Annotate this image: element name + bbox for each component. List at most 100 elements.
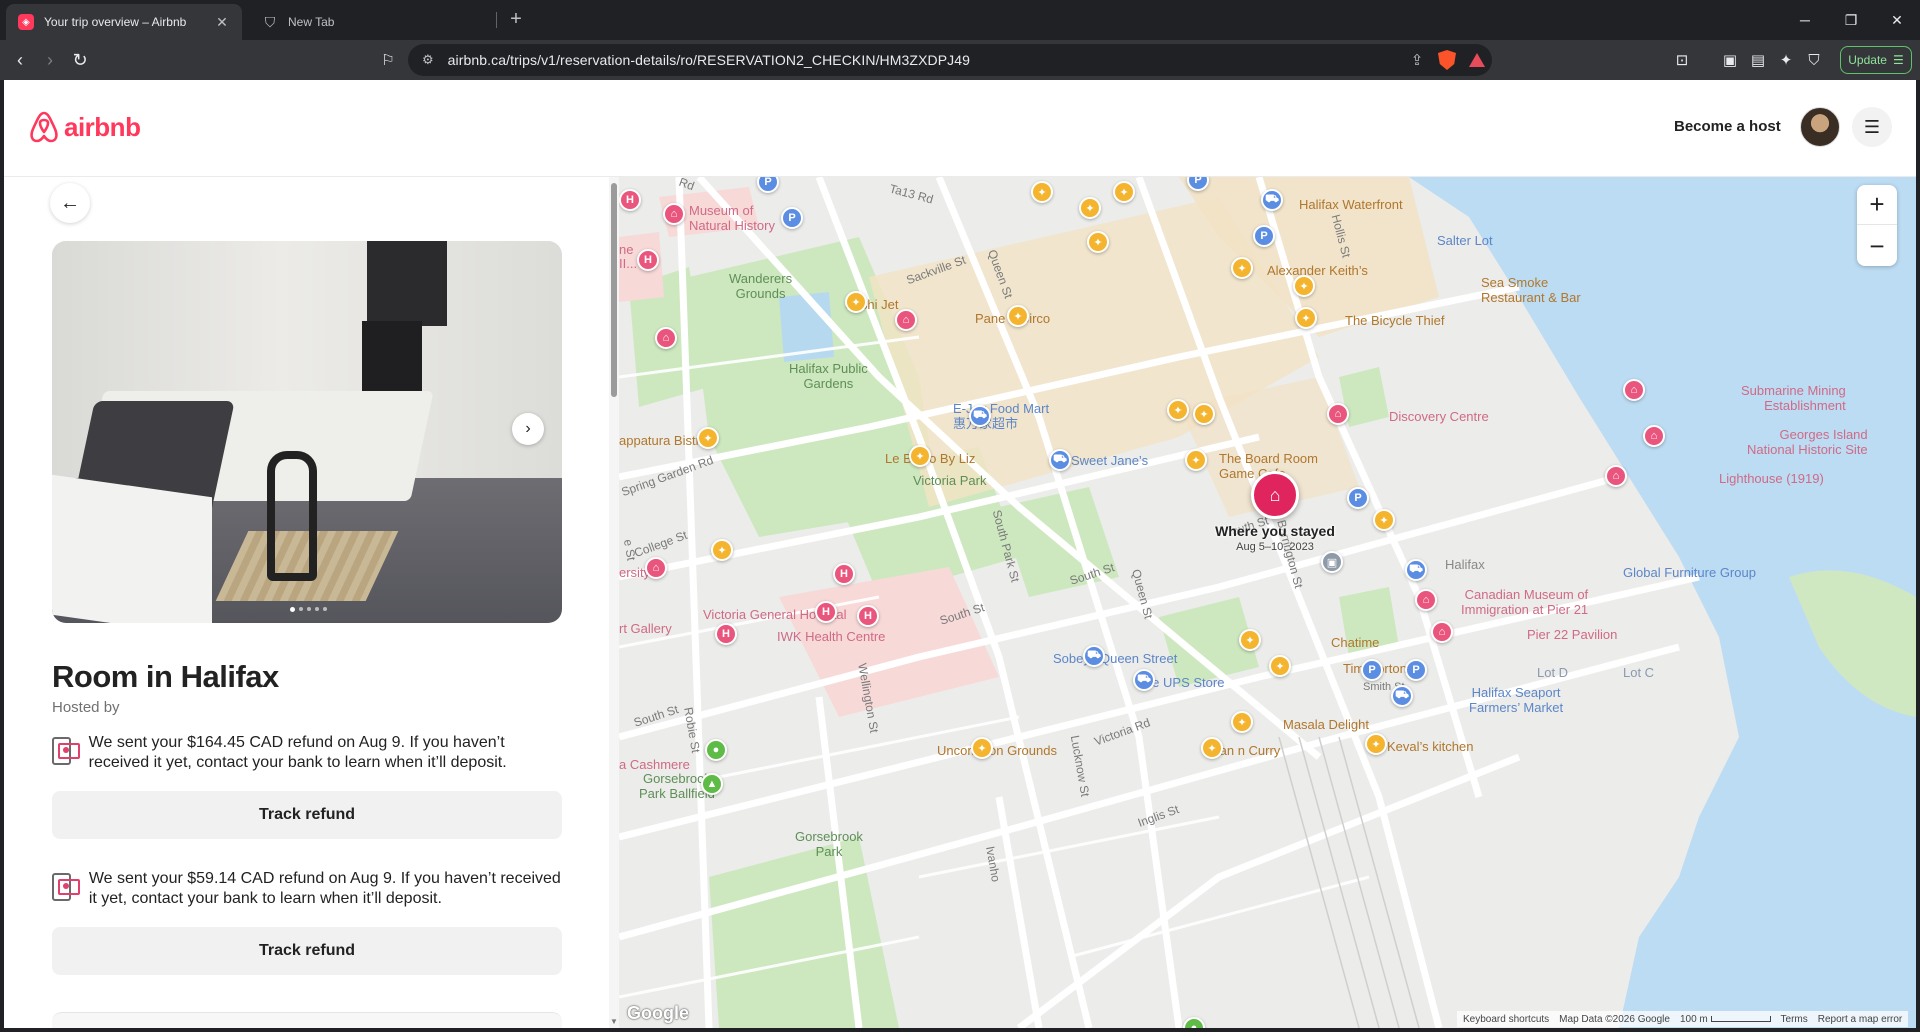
map[interactable]: Museum of Natural History Wanderers Ground… bbox=[619, 177, 1916, 1028]
attraction-pin-icon[interactable]: ⌂ bbox=[895, 309, 917, 331]
address-bar[interactable]: ⚙ airbnb.ca/trips/v1/reservation-details… bbox=[408, 44, 1492, 76]
restaurant-pin-icon[interactable]: ✦ bbox=[1293, 275, 1315, 297]
update-button[interactable]: Update ☰ bbox=[1840, 46, 1912, 74]
zoom-out-button[interactable]: − bbox=[1857, 226, 1897, 266]
attraction-pin-icon[interactable]: ⌂ bbox=[1605, 465, 1627, 487]
restaurant-pin-icon[interactable]: ✦ bbox=[1087, 231, 1109, 253]
shopping-pin-icon[interactable]: ⛟ bbox=[1049, 449, 1071, 471]
vpn-icon[interactable]: ⛉ bbox=[1800, 46, 1828, 74]
airbnb-logo[interactable]: airbnb bbox=[28, 110, 141, 144]
restaurant-pin-icon[interactable]: ✦ bbox=[1295, 307, 1317, 329]
map-label-sea-smoke[interactable]: Sea Smoke Restaurant & Bar bbox=[1481, 275, 1581, 305]
cafe-pin-icon[interactable]: ✦ bbox=[971, 737, 993, 759]
attraction-pin-icon[interactable]: ⌂ bbox=[655, 327, 677, 349]
hospital-pin-icon[interactable]: H bbox=[815, 601, 837, 623]
shopping-pin-icon[interactable]: ⛟ bbox=[1133, 669, 1155, 691]
cafe-pin-icon[interactable]: ✦ bbox=[1185, 449, 1207, 471]
parking-pin-icon[interactable]: P bbox=[1347, 487, 1369, 509]
map-label-cashmere[interactable]: a Cashmere bbox=[619, 757, 690, 772]
share-icon[interactable]: ⇪ bbox=[1402, 45, 1432, 75]
attraction-pin-icon[interactable]: ⌂ bbox=[1327, 403, 1349, 425]
listing-photo[interactable]: › bbox=[52, 241, 562, 623]
wallet-icon[interactable]: ▤ bbox=[1744, 46, 1772, 74]
report-map-error-link[interactable]: Report a map error bbox=[1818, 1014, 1902, 1025]
scroll-thumb[interactable] bbox=[611, 183, 617, 397]
parking-pin-icon[interactable]: P bbox=[1253, 225, 1275, 247]
brave-rewards-icon[interactable] bbox=[1462, 45, 1492, 75]
restaurant-pin-icon[interactable]: ✦ bbox=[845, 291, 867, 313]
avatar[interactable] bbox=[1800, 107, 1840, 147]
map-label-discovery-centre[interactable]: Discovery Centre bbox=[1389, 409, 1489, 424]
restaurant-pin-icon[interactable]: ✦ bbox=[1167, 399, 1189, 421]
shopping-pin-icon[interactable]: ⛟ bbox=[1261, 189, 1283, 211]
restaurant-pin-icon[interactable]: ✦ bbox=[1201, 737, 1223, 759]
restaurant-pin-icon[interactable]: ✦ bbox=[909, 445, 931, 467]
restaurant-pin-icon[interactable]: ✦ bbox=[1365, 733, 1387, 755]
transit-pin-icon[interactable]: ▣ bbox=[1321, 551, 1343, 573]
site-settings-icon[interactable]: ⚙ bbox=[422, 52, 434, 68]
bookmark-icon[interactable]: ⚐ bbox=[374, 46, 402, 74]
bar-pin-icon[interactable]: ✦ bbox=[1373, 509, 1395, 531]
zoom-in-button[interactable]: + bbox=[1857, 185, 1897, 225]
restaurant-pin-icon[interactable]: ✦ bbox=[1031, 181, 1053, 203]
shopping-pin-icon[interactable]: ⛟ bbox=[1405, 559, 1427, 581]
shopping-pin-icon[interactable]: ⛟ bbox=[1391, 685, 1413, 707]
map-label-halifax-waterfront[interactable]: Halifax Waterfront bbox=[1299, 197, 1403, 212]
map-label-bicycle-thief[interactable]: The Bicycle Thief bbox=[1345, 313, 1444, 328]
back-button[interactable]: ← bbox=[50, 183, 90, 223]
reload-icon[interactable]: ↻ bbox=[66, 46, 94, 74]
keyboard-shortcuts-link[interactable]: Keyboard shortcuts bbox=[1463, 1014, 1549, 1025]
next-photo-button[interactable]: › bbox=[512, 413, 544, 445]
parking-pin-icon[interactable]: P bbox=[1405, 659, 1427, 681]
leo-ai-icon[interactable]: ✦ bbox=[1772, 46, 1800, 74]
track-refund-button[interactable]: Track refund bbox=[52, 791, 562, 839]
tab-airbnb[interactable]: ◈ Your trip overview – Airbnb ✕ bbox=[6, 4, 242, 40]
map-label-global-furniture[interactable]: Global Furniture Group bbox=[1623, 565, 1756, 580]
close-window-icon[interactable]: ✕ bbox=[1874, 0, 1920, 40]
google-logo[interactable]: Google bbox=[627, 1003, 689, 1024]
map-label-sobeys[interactable]: Sobeys Queen Street bbox=[1053, 651, 1177, 666]
restaurant-pin-icon[interactable]: ✦ bbox=[711, 539, 733, 561]
close-tab-icon[interactable]: ✕ bbox=[214, 14, 230, 31]
map-label-uncommon[interactable]: Uncommon Grounds bbox=[937, 743, 1057, 758]
map-label-ejoy[interactable]: E-Joy Food Mart惠万家超市 bbox=[953, 401, 1049, 431]
shopping-pin-icon[interactable]: ⛟ bbox=[969, 405, 991, 427]
map-label-pappatura[interactable]: appatura Bistro bbox=[619, 433, 707, 448]
map-label-submarine[interactable]: Submarine Mining Establishment bbox=[1741, 383, 1846, 413]
panel-scrollbar[interactable]: ▼ bbox=[609, 177, 619, 1028]
forward-nav-icon[interactable]: › bbox=[36, 46, 64, 74]
brave-shields-icon[interactable] bbox=[1432, 45, 1462, 75]
museum-pin-icon[interactable]: ⌂ bbox=[1415, 589, 1437, 611]
sidebar-icon[interactable]: ▣ bbox=[1716, 46, 1744, 74]
become-host-link[interactable]: Become a host bbox=[1674, 118, 1781, 135]
attraction-pin-icon[interactable]: ⌂ bbox=[1623, 379, 1645, 401]
map-label-masala[interactable]: Masala Delight bbox=[1283, 717, 1369, 732]
minimize-icon[interactable]: ─ bbox=[1782, 0, 1828, 40]
parking-pin-icon[interactable]: P bbox=[781, 207, 803, 229]
map-label-iwk[interactable]: IWK Health Centre bbox=[777, 629, 885, 644]
track-refund-button[interactable]: Track refund bbox=[52, 927, 562, 975]
map-label-kevals[interactable]: Keval’s kitchen bbox=[1387, 739, 1473, 754]
screenshot-icon[interactable]: ⊡ bbox=[1668, 46, 1696, 74]
url-text[interactable]: airbnb.ca/trips/v1/reservation-details/r… bbox=[448, 52, 1402, 68]
new-tab-button[interactable]: + bbox=[502, 8, 530, 32]
sports-pin-icon[interactable]: ▲ bbox=[701, 773, 723, 795]
map-label-georges-island[interactable]: Georges Island National Historic Site bbox=[1747, 427, 1868, 457]
cafe-pin-icon[interactable]: ✦ bbox=[1239, 629, 1261, 651]
restore-icon[interactable]: ❐ bbox=[1828, 0, 1874, 40]
map-label-edge[interactable]: ne II... bbox=[619, 243, 637, 271]
back-nav-icon[interactable]: ‹ bbox=[6, 46, 34, 74]
terms-link[interactable]: Terms bbox=[1781, 1014, 1808, 1025]
attraction-pin-icon[interactable]: ⌂ bbox=[1643, 425, 1665, 447]
map-label-canadian-museum[interactable]: Canadian Museum of Immigration at Pier 21 bbox=[1461, 587, 1588, 617]
map-label-pier22[interactable]: Pier 22 Pavilion bbox=[1527, 627, 1617, 642]
attraction-pin-icon[interactable]: ⌂ bbox=[1431, 621, 1453, 643]
tab-new-tab[interactable]: ⛉ New Tab bbox=[250, 4, 490, 40]
shopping-pin-icon[interactable]: ⛟ bbox=[1083, 645, 1105, 667]
map-label-museum[interactable]: Museum of Natural History bbox=[689, 203, 775, 233]
map-label-lighthouse[interactable]: Lighthouse (1919) bbox=[1719, 471, 1824, 486]
main-menu-button[interactable]: ☰ bbox=[1852, 107, 1892, 147]
cafe-pin-icon[interactable]: ✦ bbox=[1269, 655, 1291, 677]
restaurant-pin-icon[interactable]: ✦ bbox=[1193, 403, 1215, 425]
museum-pin-icon[interactable]: ⌂ bbox=[663, 203, 685, 225]
